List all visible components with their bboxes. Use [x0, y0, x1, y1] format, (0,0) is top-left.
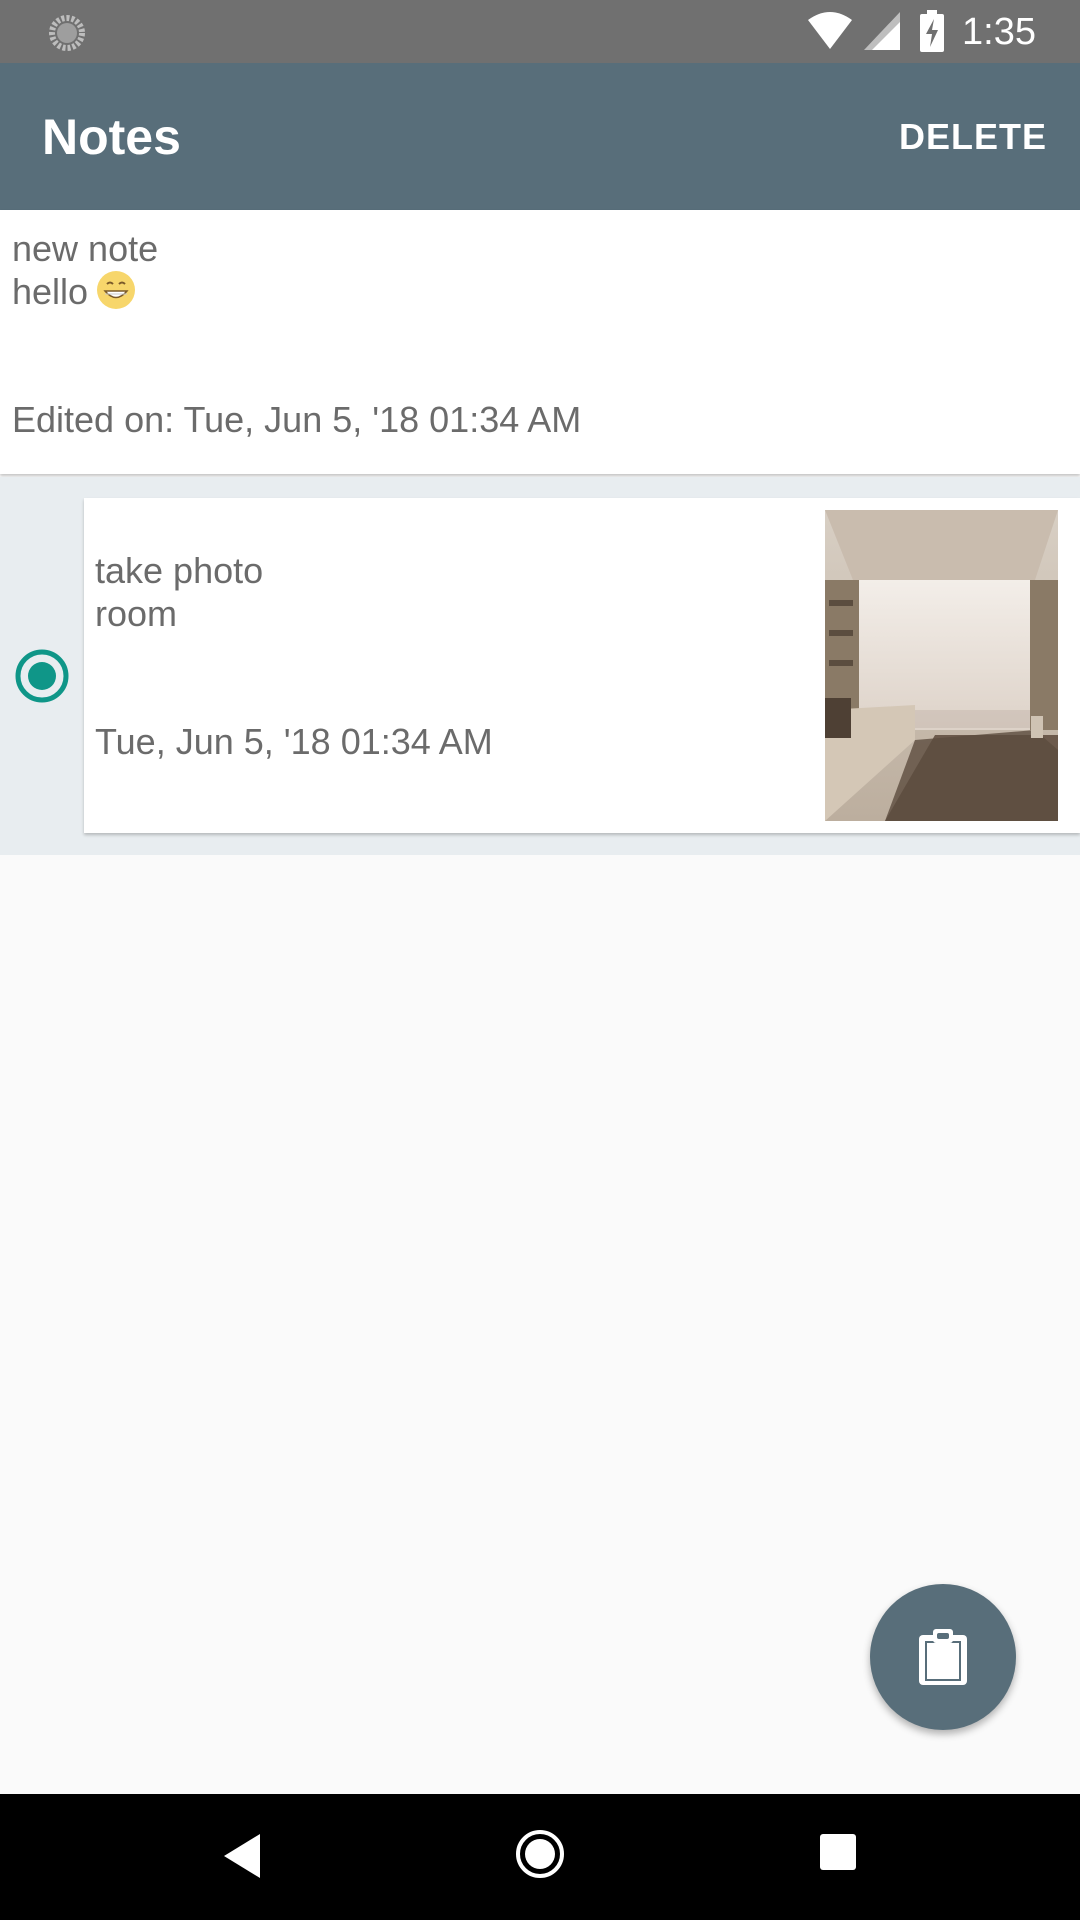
note-body: hello	[12, 270, 136, 313]
wifi-icon	[808, 12, 852, 49]
status-time: 1:35	[962, 11, 1036, 53]
note-title: new note	[12, 228, 159, 269]
note-body-text: hello	[12, 271, 89, 312]
delete-button[interactable]: DELETE	[899, 111, 1047, 163]
note-title: take photo	[95, 550, 264, 591]
cell-signal-icon	[864, 12, 900, 50]
home-icon[interactable]	[514, 1828, 566, 1880]
note-date: Edited on: Tue, Jun 5, '18 01:34 AM	[12, 399, 582, 440]
grinning-face-emoji-icon	[97, 271, 136, 309]
radio-selected-icon[interactable]	[14, 648, 70, 704]
status-bar: 1:35	[0, 0, 1080, 63]
clipboard-icon	[919, 1629, 967, 1685]
note-date: Tue, Jun 5, '18 01:34 AM	[95, 721, 493, 762]
page-title: Notes	[42, 109, 181, 165]
spinner-icon	[49, 15, 85, 51]
note-body: room	[95, 593, 178, 634]
app-bar: Notes DELETE	[0, 63, 1080, 210]
system-nav-bar	[0, 1794, 1080, 1920]
new-note-fab-button[interactable]	[870, 1584, 1016, 1730]
recents-icon[interactable]	[818, 1832, 858, 1872]
battery-charging-icon	[920, 10, 944, 52]
note-image-thumbnail[interactable]	[825, 510, 1058, 821]
back-icon[interactable]	[220, 1830, 264, 1882]
